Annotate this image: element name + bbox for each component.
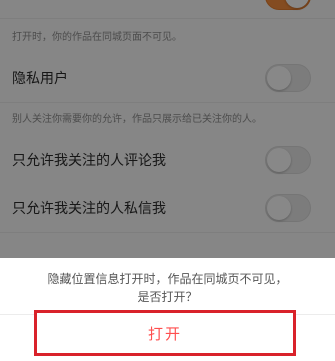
confirm-open-button[interactable]: 打开 — [34, 310, 296, 356]
confirm-message: 隐藏位置信息打开时，作品在同城页不可见， 是否打开？ — [0, 270, 335, 306]
confirm-message-line-2: 是否打开？ — [137, 290, 198, 304]
confirm-message-line-1: 隐藏位置信息打开时，作品在同城页不可见， — [47, 272, 288, 286]
